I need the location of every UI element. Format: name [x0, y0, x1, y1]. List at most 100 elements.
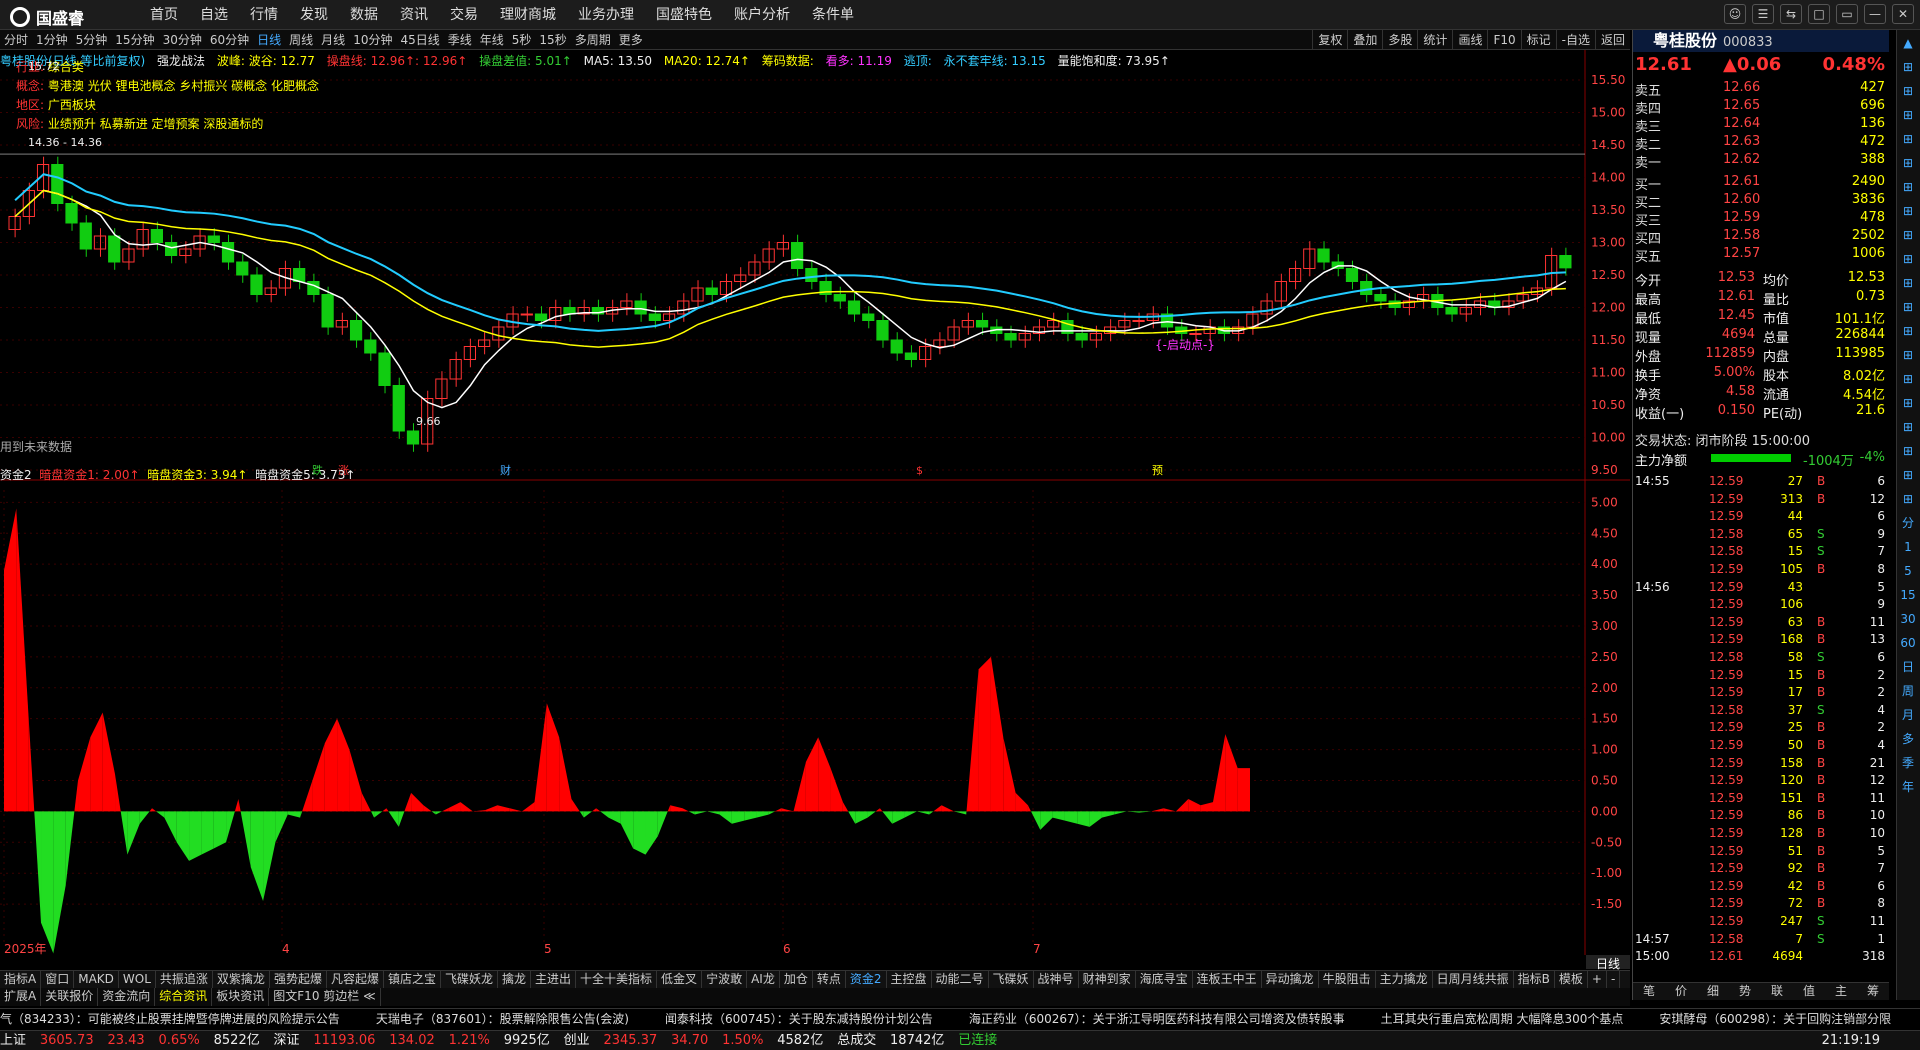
side-tab[interactable]: ▲	[1897, 32, 1919, 54]
sz-label[interactable]: 深证	[274, 1033, 300, 1048]
side-tab[interactable]: ⊞	[1897, 296, 1919, 318]
side-tab[interactable]: ⊞	[1897, 320, 1919, 342]
indicator-tab[interactable]: 主进出	[531, 971, 577, 988]
side-tab[interactable]: ⊞	[1897, 104, 1919, 126]
indicator-tab[interactable]: AI龙	[747, 971, 780, 988]
menu-item[interactable]: 首页	[150, 0, 178, 30]
sh-label[interactable]: 上证	[0, 1033, 26, 1048]
side-tab[interactable]: ⊞	[1897, 80, 1919, 102]
quote-tab[interactable]: 主	[1825, 983, 1857, 1000]
period-tab[interactable]: 30分钟	[163, 30, 202, 50]
indicator-tab[interactable]: 十全十美指标	[576, 971, 658, 988]
indicator-tab[interactable]: 资金2	[846, 971, 887, 988]
extension-tab[interactable]: 板块资讯	[212, 988, 270, 1006]
indicator-tab[interactable]: -	[1607, 971, 1621, 988]
indicator-tab[interactable]: 擒龙	[498, 971, 532, 988]
side-tab[interactable]: ⊞	[1897, 440, 1919, 462]
menu-item[interactable]: 数据	[350, 0, 378, 30]
indicator-tab[interactable]: 飞碟妖龙	[441, 971, 498, 988]
indicator-tab[interactable]: 异动擒龙	[1262, 971, 1319, 988]
indicator-tab[interactable]: MAKD	[74, 971, 119, 988]
chart-tool-button[interactable]: 统计	[1417, 30, 1452, 50]
indicator-tab[interactable]: WOL	[119, 971, 156, 988]
menu-item[interactable]: 行情	[250, 0, 278, 30]
period-tab[interactable]: 5秒	[512, 30, 532, 50]
window-button[interactable]: □	[1808, 4, 1830, 24]
chart-tool-button[interactable]: 标记	[1520, 30, 1556, 50]
indicator-tab[interactable]: 战神号	[1034, 971, 1079, 988]
side-tab[interactable]: ⊞	[1897, 224, 1919, 246]
period-tab[interactable]: 日线	[257, 30, 281, 50]
indicator-tab[interactable]: 海底寻宝	[1136, 971, 1193, 988]
news-item[interactable]: 气（834233）：可能被终止股票挂牌暨停牌进展的风险提示公告	[0, 1012, 340, 1026]
news-item[interactable]: 土耳其央行重启宽松周期 大幅降息300个基点	[1381, 1012, 1624, 1026]
indicator-tab[interactable]: 牛股阻击	[1319, 971, 1376, 988]
cy-label[interactable]: 创业	[564, 1033, 590, 1048]
indicator-tab[interactable]: 共振追涨	[156, 971, 213, 988]
period-tab[interactable]: 年线	[480, 30, 504, 50]
period-tab[interactable]: 多周期	[575, 30, 611, 50]
side-tab[interactable]: ⊞	[1897, 416, 1919, 438]
indicator-tab[interactable]: 日周月线共振	[1433, 971, 1514, 988]
chart-tool-button[interactable]: 画线	[1452, 30, 1487, 50]
side-tab[interactable]: ⊞	[1897, 344, 1919, 366]
extension-tab[interactable]: 综合资讯	[155, 988, 213, 1006]
side-tab[interactable]: ⊞	[1897, 392, 1919, 414]
side-tab[interactable]: 日	[1897, 656, 1919, 678]
quote-tab[interactable]: 细	[1697, 983, 1729, 1000]
indicator-tab[interactable]: 宁波敢	[702, 971, 748, 988]
menu-item[interactable]: 业务办理	[578, 0, 634, 30]
window-button[interactable]: ⇆	[1780, 4, 1802, 24]
indicator-tab[interactable]: 财神到家	[1079, 971, 1136, 988]
side-tab[interactable]: 年	[1897, 776, 1919, 798]
extension-tab[interactable]: 资金流向	[98, 988, 156, 1006]
side-tab[interactable]: ⊞	[1897, 128, 1919, 150]
quote-tab[interactable]: 值	[1793, 983, 1825, 1000]
indicator-tab[interactable]: 转点	[813, 971, 846, 988]
quote-tab[interactable]: 笔	[1633, 983, 1665, 1000]
chart-tool-button[interactable]: -自选	[1555, 30, 1595, 50]
indicator-tab[interactable]: 模板	[1555, 971, 1588, 988]
chart-tool-button[interactable]: 叠加	[1347, 30, 1382, 50]
kline-chart-area[interactable]: 粤桂股份(日线,等比前复权) 强龙战法 波峰: 波谷: 12.77 操盘线: 1…	[0, 50, 1630, 971]
news-item[interactable]: 天瑞电子（837601）：股票解除限售公告(会波)	[376, 1012, 629, 1026]
side-tab[interactable]: ⊞	[1897, 488, 1919, 510]
side-tab[interactable]: 30	[1897, 608, 1919, 630]
window-button[interactable]: ☰	[1752, 4, 1774, 24]
side-tab[interactable]: 分	[1897, 512, 1919, 534]
side-tab[interactable]: 月	[1897, 704, 1919, 726]
period-tab[interactable]: 45日线	[400, 30, 439, 50]
period-tab[interactable]: 周线	[289, 30, 313, 50]
menu-item[interactable]: 自选	[200, 0, 228, 30]
extension-tab[interactable]: 关联报价	[41, 988, 99, 1006]
indicator-tab[interactable]: 飞碟妖	[989, 971, 1034, 988]
side-tab[interactable]: 15	[1897, 584, 1919, 606]
chart-tool-button[interactable]: 返回	[1594, 30, 1630, 50]
quote-tab[interactable]: 筹	[1857, 983, 1889, 1000]
extension-tab[interactable]: 图文F10 剪边栏 ≪	[269, 988, 381, 1006]
menu-item[interactable]: 条件单	[812, 0, 854, 30]
period-tab[interactable]: 月线	[321, 30, 345, 50]
indicator-tab[interactable]: 连板王中王	[1193, 971, 1262, 988]
window-button[interactable]: ▭	[1836, 4, 1858, 24]
indicator-tab[interactable]: 指标A	[0, 971, 42, 988]
period-tab[interactable]: 分时	[4, 30, 28, 50]
menu-item[interactable]: 账户分析	[734, 0, 790, 30]
period-tab[interactable]: 5分钟	[76, 30, 108, 50]
period-tab[interactable]: 10分钟	[353, 30, 392, 50]
period-tab[interactable]: 15秒	[539, 30, 566, 50]
indicator-tab[interactable]: 低金叉	[657, 971, 703, 988]
indicator-tab[interactable]: 凡容起爆	[327, 971, 384, 988]
side-tab[interactable]: ⊞	[1897, 248, 1919, 270]
indicator-tab[interactable]: 主力擒龙	[1376, 971, 1433, 988]
window-button[interactable]: —	[1864, 4, 1886, 24]
period-tab[interactable]: 更多	[619, 30, 643, 50]
side-tab[interactable]: ⊞	[1897, 176, 1919, 198]
quote-tab[interactable]: 价	[1665, 983, 1697, 1000]
side-tab[interactable]: 1	[1897, 536, 1919, 558]
indicator-tab[interactable]: 双紫擒龙	[213, 971, 270, 988]
indicator-tab[interactable]: 窗口	[41, 971, 75, 988]
side-tab[interactable]: ⊞	[1897, 368, 1919, 390]
side-tab[interactable]: ⊞	[1897, 152, 1919, 174]
window-button[interactable]: ✕	[1892, 4, 1914, 24]
